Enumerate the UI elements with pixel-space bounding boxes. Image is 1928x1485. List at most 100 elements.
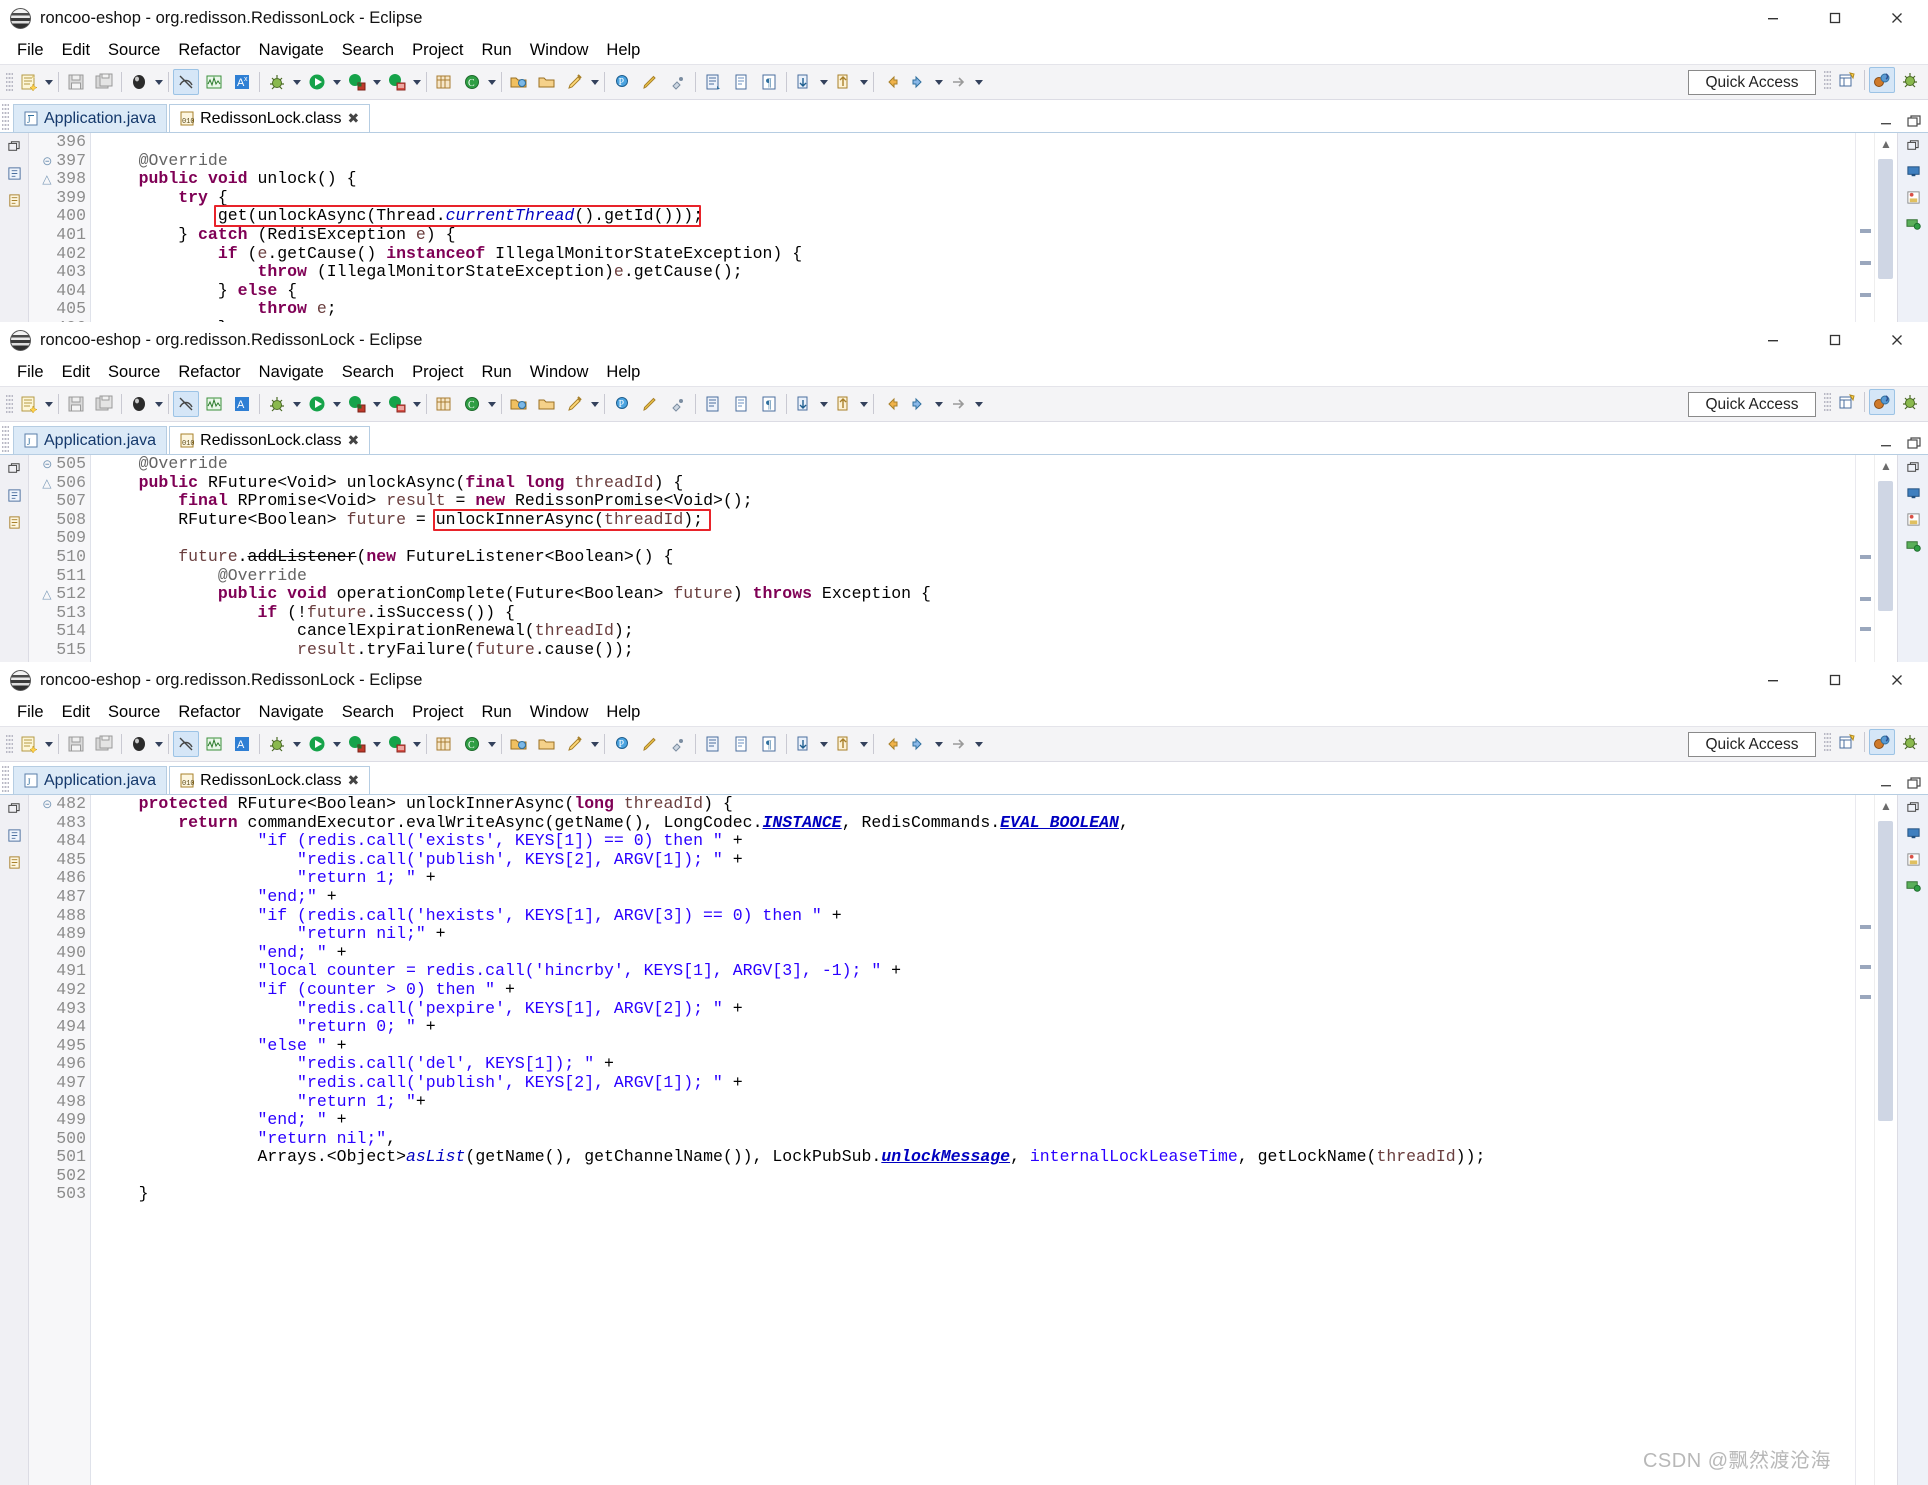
prev-member-icon[interactable] xyxy=(831,391,857,417)
new-class-icon[interactable]: C xyxy=(459,731,485,757)
overview-ruler-2[interactable] xyxy=(1855,455,1874,695)
run-history-dropdown-icon[interactable] xyxy=(411,69,423,95)
new-wizard-icon[interactable] xyxy=(16,69,42,95)
prev-member-dropdown-icon[interactable] xyxy=(858,391,870,417)
quick-access-field[interactable]: Quick Access xyxy=(1688,70,1816,95)
menu-window[interactable]: Window xyxy=(521,39,598,62)
next-edit-dropdown-icon[interactable] xyxy=(973,69,985,95)
code-line[interactable]: final RPromise<Void> result = new Rediss… xyxy=(91,491,1855,511)
java-perspective-icon[interactable] xyxy=(1869,389,1895,415)
next-edit-icon[interactable] xyxy=(946,391,972,417)
maximize-button[interactable] xyxy=(1804,322,1866,358)
new-wizard-dropdown-icon[interactable] xyxy=(43,391,55,417)
console-view-icon[interactable] xyxy=(1904,162,1922,180)
run-external-tools-icon[interactable] xyxy=(344,69,370,95)
next-edit-dropdown-icon[interactable] xyxy=(973,391,985,417)
save-all-icon[interactable] xyxy=(91,69,117,95)
new-java-package-icon[interactable] xyxy=(431,391,457,417)
vertical-scrollbar-2[interactable]: ▲ xyxy=(1874,455,1897,695)
open-perspective-icon[interactable] xyxy=(1834,389,1860,415)
open-perspective-icon[interactable] xyxy=(1834,67,1860,93)
servers-view-icon[interactable] xyxy=(1904,850,1922,868)
prev-member-dropdown-icon[interactable] xyxy=(858,731,870,757)
forward-dropdown-icon[interactable] xyxy=(933,731,945,757)
progress-view-icon[interactable] xyxy=(1904,536,1922,554)
debug-dropdown-icon[interactable] xyxy=(291,731,303,757)
restore-view-icon[interactable] xyxy=(5,137,23,155)
code-line[interactable]: get(unlockAsync(Thread.currentThread().g… xyxy=(91,207,1855,226)
menu-edit[interactable]: Edit xyxy=(53,701,99,724)
next-edit-dropdown-icon[interactable] xyxy=(973,731,985,757)
code-line[interactable]: "end; " + xyxy=(91,1110,1855,1130)
editor-area-grip[interactable] xyxy=(2,104,9,130)
toggle-mark-occurrences-icon[interactable] xyxy=(173,69,199,95)
paragraph-icon[interactable]: ¶ xyxy=(756,69,782,95)
back-icon[interactable] xyxy=(878,69,904,95)
new-class-dropdown-icon[interactable] xyxy=(486,391,498,417)
tab-redissonlock-class[interactable]: 010 RedissonLock.class ✖ xyxy=(169,766,371,794)
forward-dropdown-icon[interactable] xyxy=(933,391,945,417)
restore-right-view-icon[interactable] xyxy=(1904,798,1922,816)
code-line[interactable]: "else " + xyxy=(91,1036,1855,1056)
menu-search[interactable]: Search xyxy=(333,39,403,62)
run-external-dropdown-icon[interactable] xyxy=(371,391,383,417)
run-history-icon[interactable] xyxy=(384,69,410,95)
code-line[interactable]: @Override xyxy=(91,566,1855,586)
task-list-icon[interactable] xyxy=(5,513,23,531)
debug-perspective-icon[interactable] xyxy=(1897,67,1923,93)
code-line[interactable]: try { xyxy=(91,188,1855,208)
open-type-icon[interactable] xyxy=(506,391,532,417)
servers-view-icon[interactable] xyxy=(1904,188,1922,206)
run-history-dropdown-icon[interactable] xyxy=(411,391,423,417)
console-view-icon[interactable] xyxy=(1904,824,1922,842)
next-member-icon[interactable] xyxy=(791,69,817,95)
menu-edit[interactable]: Edit xyxy=(53,39,99,62)
new-java-package-icon[interactable] xyxy=(431,731,457,757)
close-icon[interactable]: ✖ xyxy=(347,772,359,789)
progress-view-icon[interactable] xyxy=(1904,214,1922,232)
next-edit-icon[interactable] xyxy=(946,69,972,95)
search-icon[interactable] xyxy=(562,731,588,757)
search-icon[interactable] xyxy=(562,69,588,95)
annotation-icon[interactable]: P xyxy=(609,731,635,757)
back-icon[interactable] xyxy=(878,391,904,417)
run-history-icon[interactable] xyxy=(384,731,410,757)
next-member-dropdown-icon[interactable] xyxy=(818,391,830,417)
code-line[interactable]: public void unlock() { xyxy=(91,169,1855,189)
print-dropdown-icon[interactable] xyxy=(153,391,165,417)
tab-application-java[interactable]: J Application.java xyxy=(13,426,168,454)
new-class-dropdown-icon[interactable] xyxy=(486,69,498,95)
run-icon[interactable] xyxy=(304,731,330,757)
open-editor-icon[interactable] xyxy=(728,391,754,417)
annotation-icon[interactable]: P xyxy=(609,69,635,95)
new-class-icon[interactable]: C xyxy=(459,391,485,417)
new-wizard-dropdown-icon[interactable] xyxy=(43,731,55,757)
forward-icon[interactable] xyxy=(906,69,932,95)
forward-dropdown-icon[interactable] xyxy=(933,69,945,95)
menu-help[interactable]: Help xyxy=(597,39,649,62)
paragraph-icon[interactable]: ¶ xyxy=(756,731,782,757)
perspective-grip[interactable] xyxy=(1824,391,1831,413)
clean-icon[interactable] xyxy=(665,391,691,417)
code-line[interactable]: return commandExecutor.evalWriteAsync(ge… xyxy=(91,813,1855,833)
debug-icon[interactable] xyxy=(264,731,290,757)
paragraph-icon[interactable]: ¶ xyxy=(756,391,782,417)
menu-help[interactable]: Help xyxy=(597,701,649,724)
menu-run[interactable]: Run xyxy=(472,39,520,62)
print-icon[interactable] xyxy=(126,731,152,757)
code-line[interactable]: "end;" + xyxy=(91,887,1855,907)
toolbar-grip[interactable] xyxy=(6,393,13,415)
next-edit-icon[interactable] xyxy=(946,731,972,757)
overview-ruler-1[interactable] xyxy=(1855,133,1874,351)
outline-view-icon[interactable] xyxy=(5,164,23,182)
forward-icon[interactable] xyxy=(906,731,932,757)
run-dropdown-icon[interactable] xyxy=(331,731,343,757)
code-line[interactable]: "return 1; " + xyxy=(91,869,1855,888)
vertical-scrollbar-1[interactable]: ▲ xyxy=(1874,133,1897,351)
next-annotation-icon[interactable] xyxy=(700,69,726,95)
save-icon[interactable] xyxy=(63,69,89,95)
print-dropdown-icon[interactable] xyxy=(153,731,165,757)
scroll-up-icon[interactable]: ▲ xyxy=(1875,133,1897,155)
editor-area-grip[interactable] xyxy=(2,766,9,792)
code-line[interactable]: } xyxy=(91,1185,1855,1204)
